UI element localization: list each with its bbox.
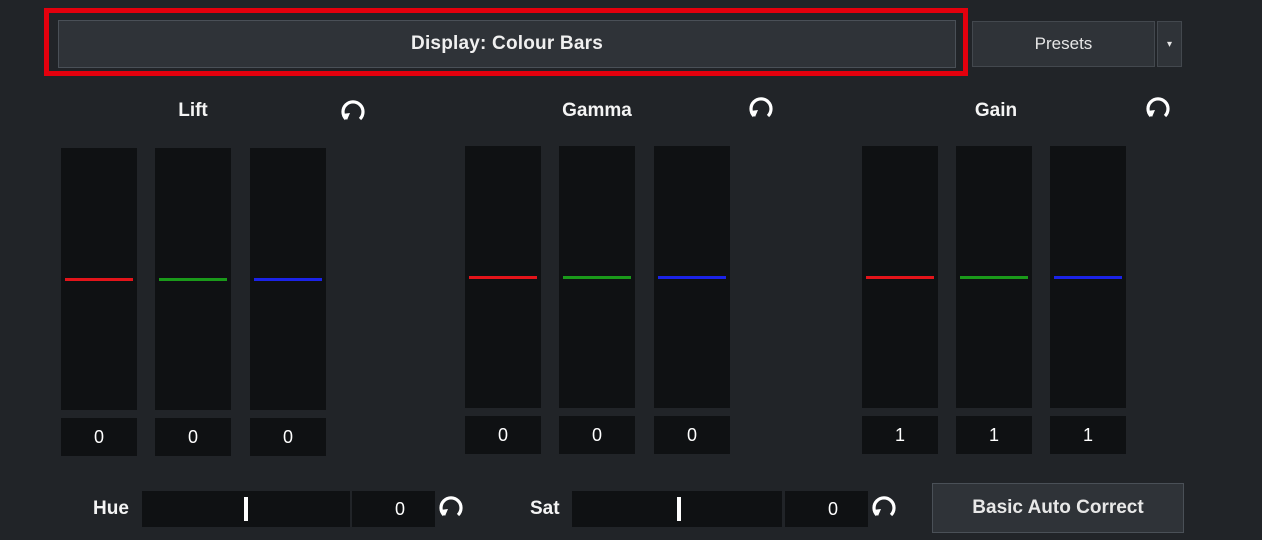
- chevron-down-icon: ▾: [1166, 38, 1173, 50]
- lift-red-value-text: 0: [93, 426, 104, 447]
- gamma-blue-handle[interactable]: [658, 276, 726, 279]
- lift-blue-slider[interactable]: [250, 148, 326, 410]
- gain-blue-value-text: 1: [1082, 424, 1093, 445]
- gain-red-handle[interactable]: [866, 276, 934, 279]
- hue-reset-button[interactable]: [436, 490, 466, 520]
- gain-green-slider[interactable]: [956, 146, 1032, 408]
- gain-red-slider[interactable]: [862, 146, 938, 408]
- display-mode-label: Display: Colour Bars: [411, 33, 603, 54]
- reset-icon: [341, 100, 365, 121]
- presets-label: Presets: [1034, 34, 1093, 53]
- hue-slider[interactable]: [142, 491, 350, 527]
- lift-reset-button[interactable]: [338, 94, 368, 124]
- gamma-green-value[interactable]: 0: [559, 416, 635, 454]
- colour-correction-panel: Display: Colour Bars Presets ▾ Lift 0 0 …: [0, 0, 1262, 540]
- gamma-red-value[interactable]: 0: [465, 416, 541, 454]
- display-mode-button[interactable]: Display: Colour Bars: [58, 20, 956, 68]
- hue-value-text: 0: [394, 498, 405, 519]
- reset-icon: [439, 496, 463, 517]
- hue-slider-handle[interactable]: [244, 497, 248, 521]
- reset-icon: [749, 97, 773, 118]
- lift-red-value[interactable]: 0: [61, 418, 137, 456]
- gamma-blue-value-text: 0: [686, 424, 697, 445]
- gamma-green-slider[interactable]: [559, 146, 635, 408]
- gamma-title: Gamma: [562, 100, 632, 121]
- presets-dropdown-button[interactable]: ▾: [1157, 21, 1182, 67]
- lift-title: Lift: [178, 100, 208, 121]
- gamma-green-handle[interactable]: [563, 276, 631, 279]
- gamma-reset-button[interactable]: [746, 91, 776, 121]
- lift-green-handle[interactable]: [159, 278, 227, 281]
- gamma-red-slider[interactable]: [465, 146, 541, 408]
- sat-reset-button[interactable]: [869, 490, 899, 520]
- gain-red-value[interactable]: 1: [862, 416, 938, 454]
- sat-label: Sat: [530, 498, 560, 519]
- gamma-red-handle[interactable]: [469, 276, 537, 279]
- basic-auto-correct-button[interactable]: Basic Auto Correct: [932, 483, 1184, 533]
- hue-value-field[interactable]: 0: [352, 491, 435, 527]
- sat-slider-handle[interactable]: [677, 497, 681, 521]
- reset-icon: [872, 496, 896, 517]
- lift-green-value-text: 0: [187, 426, 198, 447]
- gain-green-handle[interactable]: [960, 276, 1028, 279]
- gain-red-value-text: 1: [894, 424, 905, 445]
- gain-green-value-text: 1: [988, 424, 999, 445]
- basic-auto-correct-label: Basic Auto Correct: [972, 497, 1144, 518]
- lift-blue-handle[interactable]: [254, 278, 322, 281]
- lift-green-value[interactable]: 0: [155, 418, 231, 456]
- hue-label: Hue: [93, 498, 129, 519]
- reset-icon: [1146, 97, 1170, 118]
- gamma-blue-value[interactable]: 0: [654, 416, 730, 454]
- lift-blue-value-text: 0: [282, 426, 293, 447]
- gamma-green-value-text: 0: [591, 424, 602, 445]
- sat-value-field[interactable]: 0: [785, 491, 868, 527]
- lift-red-handle[interactable]: [65, 278, 133, 281]
- gain-blue-value[interactable]: 1: [1050, 416, 1126, 454]
- presets-button[interactable]: Presets: [972, 21, 1155, 67]
- gain-blue-handle[interactable]: [1054, 276, 1122, 279]
- lift-red-slider[interactable]: [61, 148, 137, 410]
- gain-title: Gain: [974, 100, 1018, 121]
- gain-green-value[interactable]: 1: [956, 416, 1032, 454]
- sat-value-text: 0: [827, 498, 838, 519]
- lift-blue-value[interactable]: 0: [250, 418, 326, 456]
- sat-slider[interactable]: [572, 491, 782, 527]
- gamma-blue-slider[interactable]: [654, 146, 730, 408]
- gain-blue-slider[interactable]: [1050, 146, 1126, 408]
- gamma-red-value-text: 0: [497, 424, 508, 445]
- lift-green-slider[interactable]: [155, 148, 231, 410]
- gain-reset-button[interactable]: [1143, 91, 1173, 121]
